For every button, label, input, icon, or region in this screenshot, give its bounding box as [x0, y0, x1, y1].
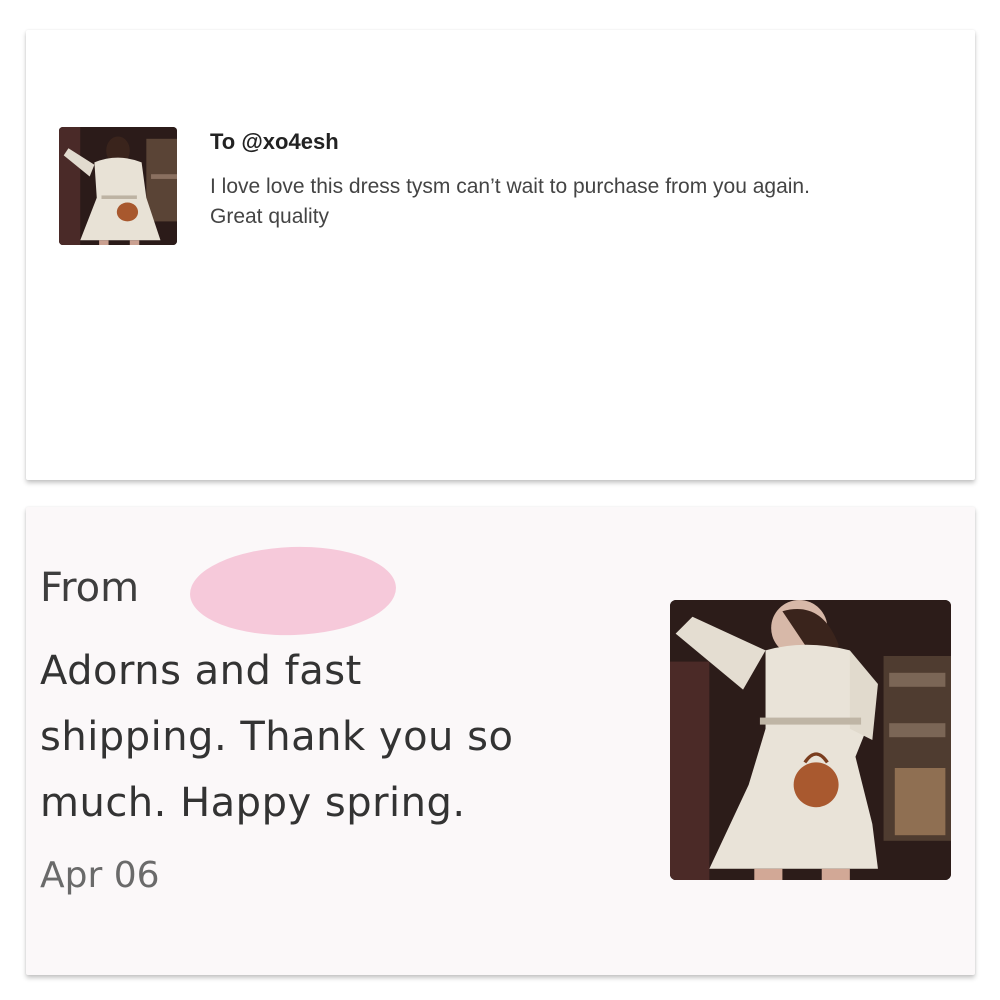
recipient-handle[interactable]: To @xo4esh [210, 129, 339, 155]
review-text-line: Great quality [210, 205, 330, 228]
product-photo[interactable] [670, 600, 951, 880]
dress-photo-icon [59, 127, 177, 245]
redacted-sender-name [188, 543, 398, 639]
review-text-line: I love love this dress tysm can’t wait t… [210, 175, 810, 198]
review-date: Apr 06 [40, 855, 160, 896]
product-thumbnail[interactable] [59, 127, 177, 245]
review-text-line: much. Happy spring. [40, 780, 466, 826]
from-label: From [40, 565, 140, 611]
review-card-to: To @xo4esh I love love this dress tysm c… [26, 30, 975, 480]
review-text-line: Adorns and fast [40, 648, 362, 694]
dress-photo-icon [670, 600, 951, 880]
review-text-line: shipping. Thank you so [40, 714, 514, 760]
review-text: Adorns and fast shipping. Thank you so m… [40, 638, 640, 836]
review-card-from: From Adorns and fast shipping. Thank you… [26, 507, 975, 975]
review-text: I love love this dress tysm can’t wait t… [210, 172, 960, 232]
